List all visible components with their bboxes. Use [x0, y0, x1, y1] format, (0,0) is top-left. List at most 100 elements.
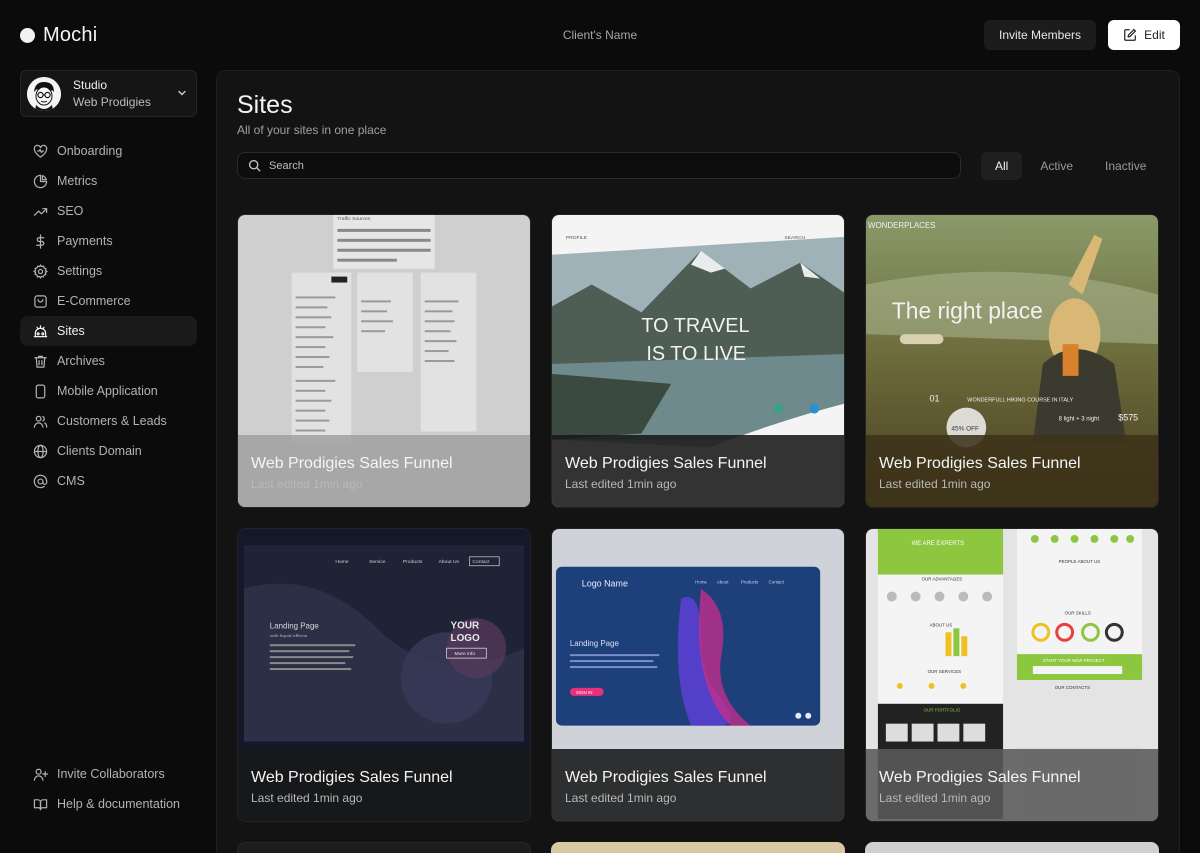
- shopping-icon: [34, 294, 47, 308]
- svg-text:45% OFF: 45% OFF: [951, 426, 979, 433]
- sidebar-item-settings[interactable]: Settings: [20, 256, 197, 286]
- sidebar-item-onboarding[interactable]: Onboarding: [20, 136, 197, 166]
- sidebar-item-label: Help & documentation: [57, 797, 180, 811]
- filter-inactive[interactable]: Inactive: [1091, 152, 1160, 180]
- search-box: [237, 152, 961, 179]
- svg-text:Service: Service: [369, 559, 386, 565]
- site-card[interactable]: PROFILE SEARCH TO TRAVEL IS TO LIVE Web …: [551, 214, 845, 508]
- site-card-partial[interactable]: [865, 842, 1159, 853]
- svg-text:WE ARE EXPERTS: WE ARE EXPERTS: [912, 541, 964, 547]
- site-card[interactable]: Logo Name Home About Products Contact La…: [551, 528, 845, 822]
- svg-text:Logo Name: Logo Name: [582, 579, 628, 589]
- sidebar-item-e-commerce[interactable]: E-Commerce: [20, 286, 197, 316]
- sidebar-item-label: Archives: [57, 354, 105, 368]
- site-card[interactable]: Traffic Sources Web Prodigies Sales Funn…: [237, 214, 531, 508]
- user-plus-icon: [33, 768, 48, 781]
- users-icon: [33, 415, 48, 428]
- svg-text:Home: Home: [335, 559, 348, 565]
- svg-text:8 light + 3 night: 8 light + 3 night: [1059, 417, 1100, 423]
- svg-text:Products: Products: [741, 580, 759, 585]
- edit-button[interactable]: Edit: [1108, 20, 1180, 50]
- site-card[interactable]: Home Service Products About Us Contact L…: [237, 528, 531, 822]
- at-icon: [33, 474, 48, 488]
- svg-text:About Us: About Us: [439, 559, 460, 565]
- page-title: Sites: [237, 91, 293, 119]
- svg-text:TO TRAVEL: TO TRAVEL: [641, 315, 749, 337]
- avatar: [27, 76, 61, 111]
- sidebar-item-label: E-Commerce: [57, 294, 131, 308]
- sidebar-item-label: Customers & Leads: [57, 414, 167, 428]
- site-title: Web Prodigies Sales Funnel: [879, 455, 1081, 472]
- svg-text:01: 01: [930, 394, 940, 404]
- svg-text:OUR SKILLS: OUR SKILLS: [1065, 610, 1091, 615]
- help-documentation-link[interactable]: Help & documentation: [20, 789, 197, 819]
- invite-members-button[interactable]: Invite Members: [984, 20, 1096, 50]
- sidebar-item-label: Clients Domain: [57, 444, 142, 458]
- svg-text:The right place: The right place: [892, 297, 1043, 323]
- svg-text:WONDERFULL HIKING COURSE IN IT: WONDERFULL HIKING COURSE IN ITALY: [967, 398, 1073, 404]
- sidebar-item-customers-leads[interactable]: Customers & Leads: [20, 406, 197, 436]
- site-title: Web Prodigies Sales Funnel: [565, 455, 767, 472]
- sidebar-item-payments[interactable]: Payments: [20, 226, 197, 256]
- pie-chart-icon: [33, 174, 48, 188]
- globe-icon: [33, 444, 48, 458]
- client-name: Client's Name: [562, 28, 638, 42]
- svg-text:Landing Page: Landing Page: [270, 621, 320, 630]
- edit-icon: [1124, 28, 1137, 41]
- mobile-icon: [35, 384, 46, 398]
- svg-text:IS TO LIVE: IS TO LIVE: [646, 343, 746, 365]
- sidebar-item-seo[interactable]: SEO: [20, 196, 197, 226]
- site-card-partial[interactable]: [551, 842, 845, 853]
- svg-text:More info: More info: [455, 651, 476, 657]
- filter-active[interactable]: Active: [1026, 152, 1087, 180]
- sidebar-item-mobile-application[interactable]: Mobile Application: [20, 376, 197, 406]
- svg-text:$575: $575: [1118, 413, 1138, 423]
- status-filter-tabs: All Active Inactive: [981, 152, 1160, 180]
- svg-text:WONDERPLACES: WONDERPLACES: [868, 221, 935, 230]
- logo-mark: [20, 28, 35, 43]
- invite-collaborators-link[interactable]: Invite Collaborators: [20, 759, 197, 789]
- app-logo[interactable]: Mochi: [20, 24, 97, 47]
- search-input[interactable]: [269, 159, 919, 172]
- sidebar-item-metrics[interactable]: Metrics: [20, 166, 197, 196]
- svg-text:with liquid effects: with liquid effects: [270, 633, 308, 639]
- site-title: Web Prodigies Sales Funnel: [251, 769, 453, 786]
- site-title: Web Prodigies Sales Funnel: [565, 769, 767, 786]
- svg-text:OUR SERVICES: OUR SERVICES: [928, 669, 962, 674]
- trash-icon: [34, 355, 47, 368]
- svg-text:Contact: Contact: [769, 580, 785, 585]
- site-last-edited: Last edited 1min ago: [251, 477, 363, 491]
- site-last-edited: Last edited 1min ago: [251, 791, 363, 805]
- svg-text:START YOUR NEW PROJECT: START YOUR NEW PROJECT: [1043, 658, 1105, 663]
- sidebar-nav: Onboarding Metrics SEO Payments Settings…: [20, 136, 197, 496]
- svg-text:YOUR: YOUR: [451, 620, 480, 631]
- sidebar-item-label: CMS: [57, 474, 85, 488]
- sidebar-item-label: Onboarding: [57, 144, 123, 158]
- sidebar-item-clients-domain[interactable]: Clients Domain: [20, 436, 197, 466]
- sidebar-item-archives[interactable]: Archives: [20, 346, 197, 376]
- site-card[interactable]: WE ARE EXPERTS OUR ADVANTAGES ABOUT US O…: [865, 528, 1159, 822]
- site-card[interactable]: WONDERPLACES The right place 01 WONDERFU…: [865, 214, 1159, 508]
- site-last-edited: Last edited 1min ago: [879, 477, 991, 491]
- app-name: Mochi: [43, 24, 98, 46]
- site-card-partial[interactable]: [237, 842, 531, 853]
- studio-switcher[interactable]: Studio Web Prodigies: [20, 70, 197, 117]
- site-last-edited: Last edited 1min ago: [565, 791, 677, 805]
- svg-text:PROFILE: PROFILE: [566, 235, 588, 241]
- filter-all[interactable]: All: [981, 152, 1023, 180]
- svg-text:ABOUT US: ABOUT US: [930, 622, 953, 627]
- site-last-edited: Last edited 1min ago: [879, 791, 991, 805]
- sidebar-item-label: Mobile Application: [57, 384, 158, 398]
- svg-text:Traffic Sources: Traffic Sources: [337, 216, 371, 222]
- page-subtitle: All of your sites in one place: [237, 123, 387, 137]
- svg-text:SIGN IN: SIGN IN: [576, 690, 593, 695]
- search-icon: [248, 159, 261, 172]
- sidebar-item-label: SEO: [57, 204, 84, 218]
- sidebar-item-cms[interactable]: CMS: [20, 466, 197, 496]
- svg-text:OUR CONTACTS: OUR CONTACTS: [1055, 685, 1090, 690]
- svg-text:OUR ADVANTAGES: OUR ADVANTAGES: [922, 577, 963, 582]
- svg-text:Products: Products: [403, 559, 423, 565]
- svg-text:Contact: Contact: [472, 559, 490, 565]
- sidebar-item-label: Payments: [57, 234, 113, 248]
- sidebar-item-sites[interactable]: Sites: [20, 316, 197, 346]
